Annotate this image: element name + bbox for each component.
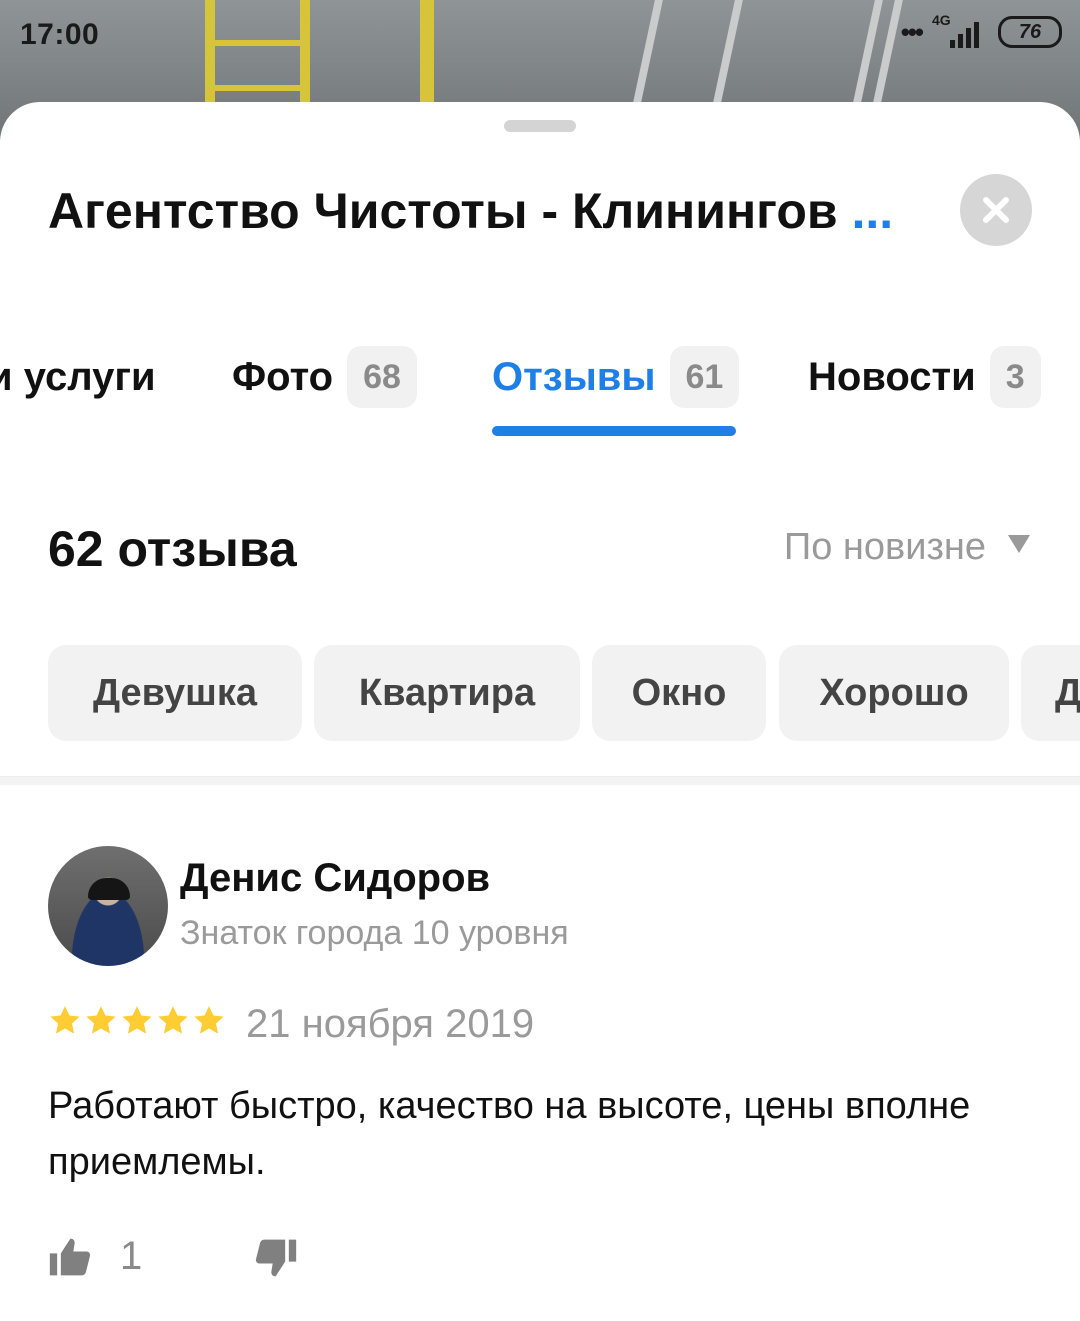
chip-devushka[interactable]: Девушка <box>48 645 302 741</box>
star-icon <box>158 1006 188 1034</box>
signal-bars-icon <box>950 22 979 48</box>
tab-label: Отзывы <box>492 354 656 399</box>
tab-count-badge: 61 <box>669 346 740 408</box>
tab-label: и услуги <box>0 354 156 399</box>
avatar[interactable] <box>48 846 168 966</box>
tab-count-badge: 68 <box>347 346 417 408</box>
sort-dropdown[interactable]: По новизне <box>784 526 1030 569</box>
chip-label: Девушка <box>92 671 258 714</box>
network-type: 4G <box>932 12 951 28</box>
chip-label: Хорошо <box>819 671 969 714</box>
tab-photos[interactable]: Фото 68 <box>232 342 417 412</box>
place-name: Агентство Чистоты - Клинингов <box>48 183 838 239</box>
chip-label: Окно <box>631 671 727 714</box>
tab-services[interactable]: и услуги <box>0 342 156 412</box>
rating-stars <box>48 1004 226 1038</box>
battery-level: 76 <box>1018 21 1042 43</box>
close-icon <box>983 197 1009 223</box>
review-text: Работают быстро, качество на высоте, цен… <box>48 1085 971 1183</box>
tab-reviews[interactable]: Отзывы 61 <box>492 342 740 412</box>
active-tab-indicator <box>492 426 736 436</box>
chip-label: Квартира <box>358 671 536 714</box>
review-author[interactable]: Денис Сидоров <box>180 856 490 901</box>
tab-news[interactable]: Новости 3 <box>808 342 1041 412</box>
star-icon <box>194 1006 224 1034</box>
star-icon <box>50 1006 80 1034</box>
thumbs-up-icon <box>49 1238 91 1275</box>
review-date: 21 ноября 2019 <box>246 1002 535 1046</box>
author-level: Знаток города 10 уровня <box>180 914 569 952</box>
like-count: 1 <box>120 1234 143 1278</box>
reviews-count-title: 62 отзыва <box>48 521 297 577</box>
chip-label: Д <box>1055 671 1080 714</box>
tab-count-badge: 3 <box>989 346 1041 408</box>
place-card-sheet: Агентство Чистоты - Клинингов ... и услу… <box>0 102 1080 1321</box>
battery-icon: 76 <box>998 16 1062 48</box>
like-button[interactable]: 1 <box>48 1234 142 1279</box>
dropdown-arrow-icon <box>1008 534 1030 553</box>
chip-partial[interactable]: Д <box>1021 645 1080 741</box>
close-button[interactable] <box>960 174 1032 246</box>
sort-label: По новизне <box>783 526 986 568</box>
tab-label: Новости <box>808 354 976 399</box>
dislike-button[interactable] <box>254 1236 298 1285</box>
thumbs-down-icon <box>255 1239 297 1277</box>
chip-kvartira[interactable]: Квартира <box>314 645 580 741</box>
tab-bar: и услуги Фото 68 Отзывы 61 Новости 3 <box>0 342 1080 442</box>
tab-label: Фото <box>232 354 334 399</box>
status-icons: ••• 4G 76 <box>900 12 1062 48</box>
title-more-link[interactable]: ... <box>852 183 894 239</box>
photo-detail <box>205 85 310 91</box>
page-title: Агентство Чистоты - Клинингов ... <box>48 182 908 240</box>
chip-okno[interactable]: Окно <box>592 645 766 741</box>
signal-icon: 4G <box>932 12 988 48</box>
star-icon <box>86 1006 116 1034</box>
section-divider <box>0 776 1080 785</box>
star-icon <box>122 1006 152 1034</box>
status-bar: 17:00 ••• 4G 76 <box>0 0 1080 72</box>
avatar-detail <box>88 878 130 900</box>
chip-khorosho[interactable]: Хорошо <box>779 645 1009 741</box>
notification-dots-icon: ••• <box>900 16 924 47</box>
sheet-grabber[interactable] <box>504 120 576 132</box>
status-time: 17:00 <box>20 18 100 51</box>
